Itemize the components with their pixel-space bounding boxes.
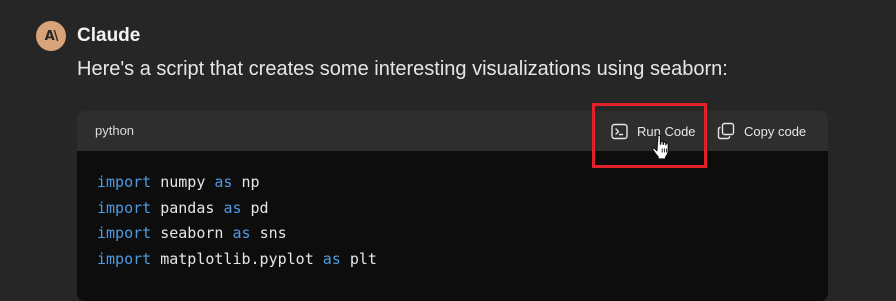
hand-pointer-icon [652, 134, 672, 165]
code-block-header: python Run Code Copy code [77, 111, 828, 151]
code-line: import seaborn as sns [97, 224, 287, 242]
code-block: python Run Code Copy code import numpy a… [77, 111, 828, 301]
claude-avatar: A\ [36, 21, 66, 51]
copy-icon [717, 122, 735, 140]
code-line: import pandas as pd [97, 198, 269, 217]
code-line: import matplotlib.pyplot as plt [97, 249, 377, 268]
copy-code-button[interactable]: Copy code [717, 120, 806, 142]
terminal-icon [611, 123, 628, 140]
sender-name: Claude [77, 25, 141, 46]
code-language-label: python [95, 123, 135, 138]
code-line: import numpy as np [97, 173, 260, 191]
code-body: import numpy as np import pandas as pd i… [77, 151, 828, 272]
message-text: Here's a script that creates some intere… [77, 58, 728, 80]
copy-code-label: Copy code [744, 123, 807, 139]
message-header: A\ Claude [36, 21, 140, 51]
